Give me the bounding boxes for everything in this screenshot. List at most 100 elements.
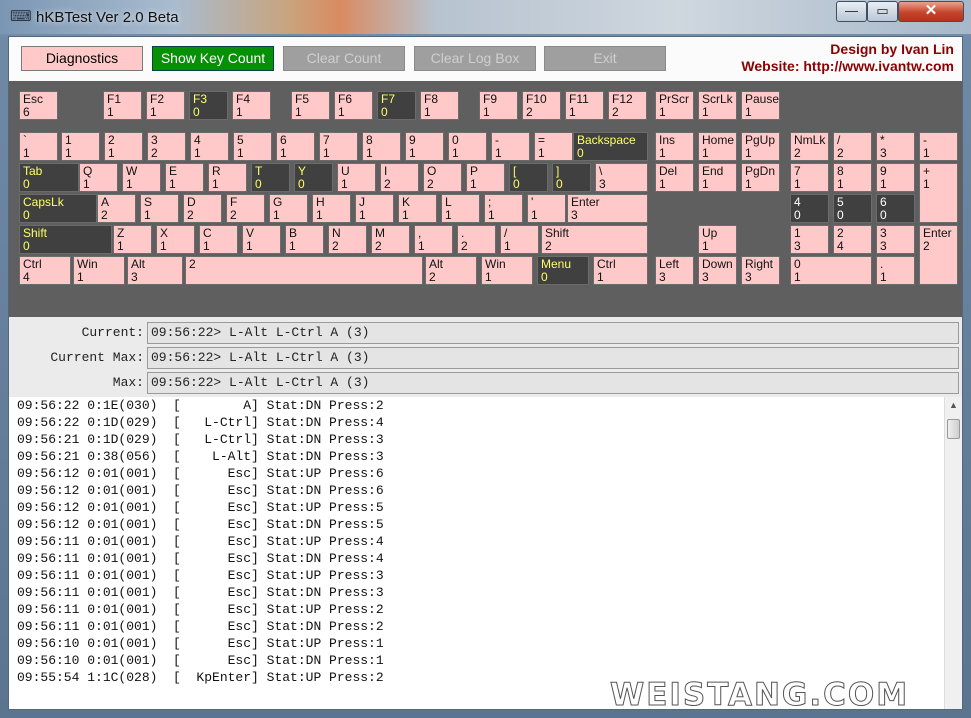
key-win-92: Win 1 [73, 256, 125, 285]
key-y-43: Y0 [294, 163, 333, 192]
log-line: 09:56:11 0:01(001) [ Esc] Stat:DN Press:… [17, 551, 384, 566]
key-count: 3 [745, 270, 752, 284]
key-backspace-29: Backspace 0 [573, 132, 648, 161]
key-l-67: L1 [441, 194, 480, 223]
key-sym84-84: /1 [500, 225, 539, 254]
key-count: 1 [280, 146, 287, 160]
show-key-count-button[interactable]: Show Key Count [152, 46, 274, 71]
key-count: 2 [923, 239, 930, 253]
key-label: Alt [131, 257, 146, 271]
key-count: 0 [381, 105, 388, 119]
key-enter-90: Enter 2 [919, 225, 958, 285]
key-count: 1 [424, 105, 431, 119]
website-credit[interactable]: Website: http://www.ivantw.com [741, 58, 954, 75]
key-count: 1 [659, 177, 666, 191]
key-label: Tab [23, 164, 43, 178]
key-u-44: U1 [337, 163, 376, 192]
maximize-button[interactable]: ▭ [867, 1, 898, 22]
exit-button[interactable]: Exit [544, 46, 666, 71]
log-line: 09:56:11 0:01(001) [ Esc] Stat:DN Press:… [17, 619, 384, 634]
log-line: 09:56:11 0:01(001) [ Esc] Stat:UP Press:… [17, 534, 384, 549]
key-count: 3 [880, 146, 887, 160]
vertical-scrollbar[interactable]: ▲ [944, 397, 962, 709]
key-f-62: F2 [226, 194, 265, 223]
key-count: 1 [359, 208, 366, 222]
diagnostics-button[interactable]: Diagnostics [21, 46, 143, 71]
credit: Design by Ivan Lin Website: http://www.i… [741, 41, 954, 75]
keyboard-layout: Esc 6 F1 1 F2 1 F3 0 F4 1 F5 1 F6 1 F7 0 F8 1 F9 1 F10 2 F11 1 F… [9, 81, 962, 317]
key-count: 1 [702, 105, 709, 119]
key-o-46: O2 [423, 163, 462, 192]
log-line: 09:56:11 0:01(001) [ Esc] Stat:DN Press:… [17, 585, 384, 600]
key-k-66: K1 [398, 194, 437, 223]
key-ins-30: Ins 1 [655, 132, 694, 161]
key-count: 1 [273, 208, 280, 222]
key-f10-10: F10 2 [522, 91, 561, 120]
key-f4-4: F4 1 [232, 91, 271, 120]
key-count: 0 [541, 270, 548, 284]
key-count: 1 [745, 105, 752, 119]
key-count: 1 [880, 270, 887, 284]
key-6-22: 61 [276, 132, 315, 161]
key-pause-15: Pause 1 [741, 91, 780, 120]
key-esc-0: Esc 6 [19, 91, 58, 120]
key-count: 1 [23, 146, 30, 160]
key-count: 1 [452, 146, 459, 160]
key-f3-3: F3 0 [189, 91, 228, 120]
key-count: 1 [295, 105, 302, 119]
current-label: Current: [81, 325, 144, 340]
key-count: 1 [194, 146, 201, 160]
minimize-button[interactable]: — [836, 1, 867, 22]
key-count: 1 [126, 177, 133, 191]
title-bar[interactable]: ⌨ hKBTest Ver 2.0 Beta — ▭ ✕ [0, 0, 971, 34]
key-a-59: A2 [97, 194, 136, 223]
key-count: 1 [246, 239, 253, 253]
key-sym68-68: ; 1 [484, 194, 523, 223]
key-sym34-34: /2 [833, 132, 872, 161]
key-8-24: 81 [362, 132, 401, 161]
log-line: 09:56:10 0:01(001) [ Esc] Stat:DN Press:… [17, 653, 384, 668]
key-count: 2 [375, 239, 382, 253]
key-count: 1 [144, 208, 151, 222]
key-count: 1 [83, 177, 90, 191]
key-label: Ctrl [597, 257, 616, 271]
key-count: 1 [77, 270, 84, 284]
key-count: 1 [107, 105, 114, 119]
key-count: 1 [597, 270, 604, 284]
key-count: 1 [745, 177, 752, 191]
max-label: Max: [112, 375, 144, 390]
key-count: 1 [150, 105, 157, 119]
key-count: 2 [151, 146, 158, 160]
key-c-77: C1 [199, 225, 238, 254]
scroll-up-arrow-icon[interactable]: ▲ [946, 398, 961, 413]
key-nmlk-33: NmLk 2 [790, 132, 829, 161]
key-space-94: 2 [185, 256, 423, 285]
key-count: 0 [794, 208, 801, 222]
key-count: 1 [483, 105, 490, 119]
scroll-thumb[interactable] [947, 419, 960, 439]
log-line: 09:56:11 0:01(001) [ Esc] Stat:UP Press:… [17, 602, 384, 617]
key-3-89: 33 [876, 225, 915, 254]
key-down-100: Down 3 [698, 256, 737, 285]
close-button[interactable]: ✕ [898, 1, 964, 22]
key-count: 0 [23, 177, 30, 191]
clear-log-box-button[interactable]: Clear Log Box [414, 46, 536, 71]
key-capslk-58: CapsLk 0 [19, 194, 97, 223]
watermark: WEISTANG.COM [609, 677, 910, 713]
key-count: 2 [429, 270, 436, 284]
key-count: 1 [160, 239, 167, 253]
key-right-101: Right 3 [741, 256, 780, 285]
key-f11-11: F11 1 [565, 91, 604, 120]
key-shift-85: Shift 2 [541, 225, 648, 254]
log-box[interactable]: 09:56:22 0:1E(030) [ A] Stat:DN Press:2 0… [9, 397, 962, 709]
key-sym57-57: +1 [919, 163, 958, 223]
max-field: 09:56:22> L-Alt L-Ctrl A (3) [147, 372, 959, 394]
key-enter-70: Enter 3 [567, 194, 648, 223]
key-count: 1 [237, 146, 244, 160]
clear-count-button[interactable]: Clear Count [283, 46, 405, 71]
window-title: hKBTest Ver 2.0 Beta [36, 9, 179, 26]
key-label: CapsLk [23, 195, 64, 209]
key-6-73: 60 [876, 194, 915, 223]
key-count: 2 [187, 208, 194, 222]
key-count: 0 [298, 177, 305, 191]
